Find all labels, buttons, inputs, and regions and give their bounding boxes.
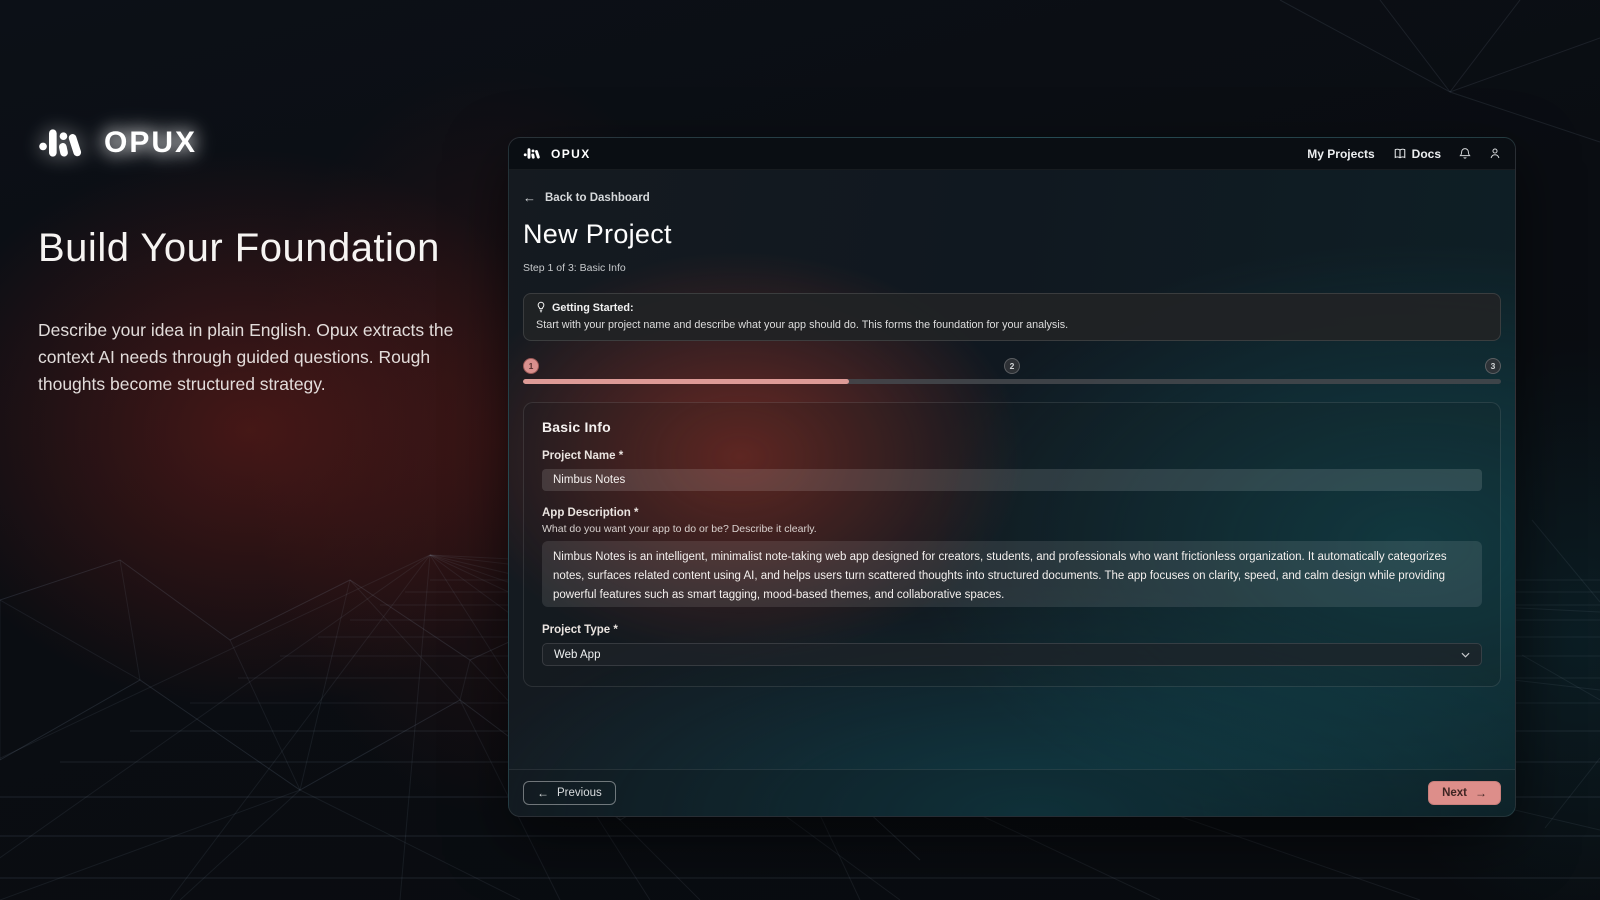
tip-text: Start with your project name and describ… [536,319,1488,331]
progress-stepper: 1 2 3 [523,358,1501,384]
step-2-dot[interactable]: 2 [1004,358,1020,374]
app-description-helper: What do you want your app to do or be? D… [542,523,1482,535]
nav-docs-label: Docs [1412,147,1441,161]
arrow-left-icon: ← [537,786,549,800]
hero-description: Describe your idea in plain English. Opu… [38,317,478,397]
basic-info-card: Basic Info Project Name * App Descriptio… [523,402,1501,687]
book-icon [1393,147,1407,160]
account-button[interactable] [1489,147,1501,160]
progress-fill [523,379,849,384]
app-logo: OPUX [523,147,591,161]
app-logo-text: OPUX [551,147,591,161]
project-name-input[interactable] [542,469,1482,491]
nav-docs[interactable]: Docs [1393,147,1441,161]
tip-banner: Getting Started: Start with your project… [523,293,1501,341]
step-dots: 1 2 3 [523,358,1501,374]
bell-icon [1459,147,1471,160]
next-label: Next [1442,787,1467,799]
page-title: New Project [523,219,1501,250]
app-window: OPUX My Projects Docs [508,137,1516,817]
nav-my-projects[interactable]: My Projects [1307,147,1374,161]
step-1-dot[interactable]: 1 [523,358,539,374]
user-icon [1489,147,1501,160]
project-name-label: Project Name * [542,450,1482,462]
opux-logo: OPUX [38,126,478,160]
lightbulb-icon [536,301,546,314]
window-body: ← Back to Dashboard New Project Step 1 o… [509,170,1515,769]
notifications-button[interactable] [1459,147,1471,160]
opux-logo-icon [523,147,545,160]
next-button[interactable]: Next → [1428,781,1501,805]
previous-button[interactable]: ← Previous [523,781,616,805]
back-to-dashboard-link[interactable]: ← Back to Dashboard [523,190,650,205]
project-type-value: Web App [554,649,600,661]
app-description-textarea[interactable]: Nimbus Notes is an intelligent, minimali… [542,541,1482,607]
back-label: Back to Dashboard [545,192,650,204]
tip-header: Getting Started: [536,301,1488,314]
chevron-down-icon [1461,652,1470,658]
app-nav: My Projects Docs [1307,147,1501,161]
tip-title: Getting Started: [552,302,634,314]
wizard-footer: ← Previous Next → [509,769,1515,816]
opux-logo-icon [38,126,94,160]
opux-logo-text: OPUX [104,126,197,160]
hero-heading: Build Your Foundation [38,226,478,271]
app-description-label: App Description * [542,507,1482,519]
previous-label: Previous [557,787,602,799]
step-indicator: Step 1 of 3: Basic Info [523,262,1501,274]
card-title: Basic Info [542,419,1482,435]
step-3-dot[interactable]: 3 [1485,358,1501,374]
arrow-left-icon: ← [523,190,536,205]
project-type-label: Project Type * [542,624,1482,636]
hero-panel: OPUX Build Your Foundation Describe your… [38,126,478,397]
arrow-right-icon: → [1475,786,1487,800]
project-type-select[interactable]: Web App [542,643,1482,666]
app-header: OPUX My Projects Docs [509,138,1515,170]
progress-track [523,379,1501,384]
